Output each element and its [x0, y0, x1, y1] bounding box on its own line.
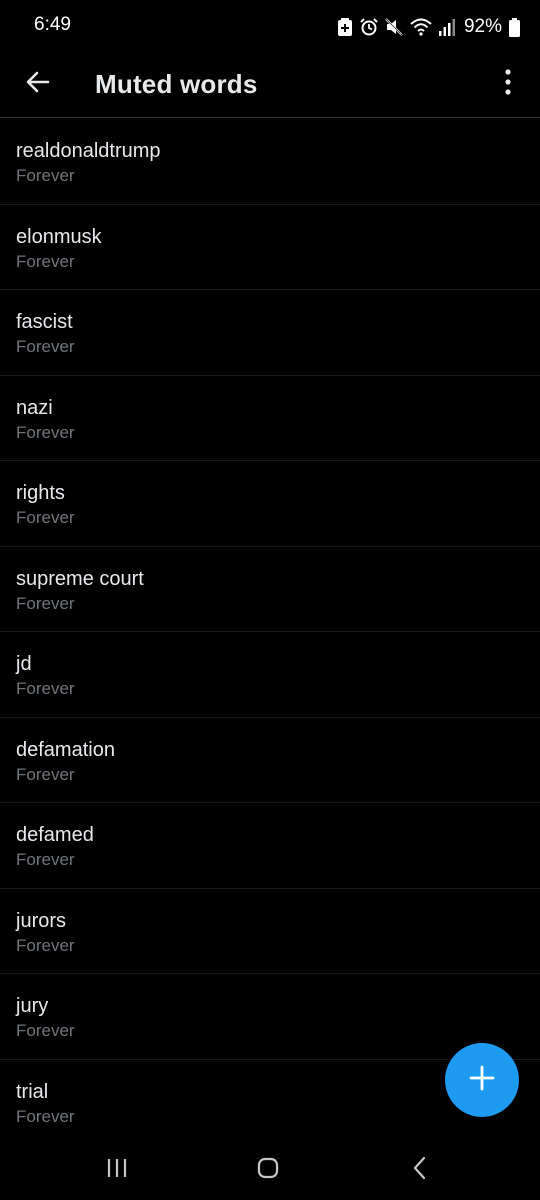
- back-nav-button[interactable]: [396, 1152, 444, 1188]
- alarm-icon: [360, 18, 378, 36]
- wifi-icon: [410, 18, 432, 36]
- battery-icon: [509, 17, 520, 37]
- muted-word-duration: Forever: [16, 764, 75, 784]
- plus-icon: [469, 1065, 495, 1096]
- muted-word-item[interactable]: jury Forever: [0, 974, 540, 1060]
- page-title: Muted words: [95, 69, 258, 99]
- more-options-button[interactable]: [488, 62, 528, 106]
- muted-words-list: realdonaldtrump Forever elonmusk Forever…: [0, 119, 540, 1145]
- mute-icon: [385, 18, 403, 36]
- muted-word-duration: Forever: [16, 166, 75, 185]
- app-header: Muted words: [0, 56, 540, 118]
- muted-word-duration: Forever: [16, 337, 75, 356]
- muted-word-duration: Forever: [16, 850, 75, 869]
- back-button[interactable]: [16, 62, 60, 106]
- muted-word-item[interactable]: fascist Forever: [0, 290, 540, 376]
- muted-word-text: jury: [16, 995, 49, 1017]
- arrow-left-icon: [25, 69, 51, 100]
- status-bar: 6:49 92%: [0, 0, 540, 56]
- muted-word-duration: Forever: [16, 935, 75, 955]
- muted-word-item[interactable]: defamation Forever: [0, 718, 540, 803]
- muted-word-text: realdonaldtrump: [16, 140, 161, 162]
- add-muted-word-button[interactable]: [445, 1043, 519, 1117]
- muted-word-item[interactable]: realdonaldtrump Forever: [0, 119, 540, 205]
- muted-word-duration: Forever: [16, 593, 75, 613]
- muted-word-item[interactable]: elonmusk Forever: [0, 205, 540, 290]
- status-time: 6:49: [34, 14, 71, 35]
- muted-word-text: defamed: [16, 824, 94, 846]
- muted-word-duration: Forever: [16, 251, 75, 271]
- muted-word-text: jurors: [16, 909, 67, 932]
- muted-word-duration: Forever: [16, 422, 75, 442]
- muted-word-item[interactable]: nazi Forever: [0, 376, 540, 461]
- muted-word-item[interactable]: jd Forever: [0, 632, 540, 718]
- muted-word-item[interactable]: rights Forever: [0, 461, 540, 547]
- battery-saver-icon: [337, 18, 353, 36]
- muted-word-duration: Forever: [16, 1021, 75, 1040]
- muted-word-text: jd: [16, 653, 32, 675]
- home-icon: [257, 1157, 279, 1184]
- more-vertical-icon: [504, 68, 512, 100]
- recent-apps-button[interactable]: [93, 1152, 141, 1188]
- muted-word-item[interactable]: jurors Forever: [0, 889, 540, 974]
- muted-word-text: rights: [16, 482, 65, 504]
- battery-percent: 92%: [463, 16, 502, 37]
- home-button[interactable]: [244, 1152, 292, 1188]
- muted-word-text: fascist: [16, 311, 73, 333]
- muted-word-item[interactable]: defamed Forever: [0, 803, 540, 889]
- recent-apps-icon: [106, 1158, 128, 1183]
- signal-icon: [438, 18, 455, 36]
- muted-word-duration: Forever: [16, 508, 75, 527]
- system-nav-bar: [0, 1140, 540, 1200]
- muted-word-text: defamation: [16, 738, 115, 761]
- muted-word-text: elonmusk: [16, 225, 102, 248]
- chevron-left-icon: [412, 1156, 428, 1185]
- status-icons: 92%: [337, 14, 520, 40]
- muted-word-item[interactable]: supreme court Forever: [0, 547, 540, 632]
- muted-word-duration: Forever: [16, 679, 75, 698]
- muted-word-text: supreme court: [16, 567, 144, 590]
- muted-word-text: nazi: [16, 396, 53, 419]
